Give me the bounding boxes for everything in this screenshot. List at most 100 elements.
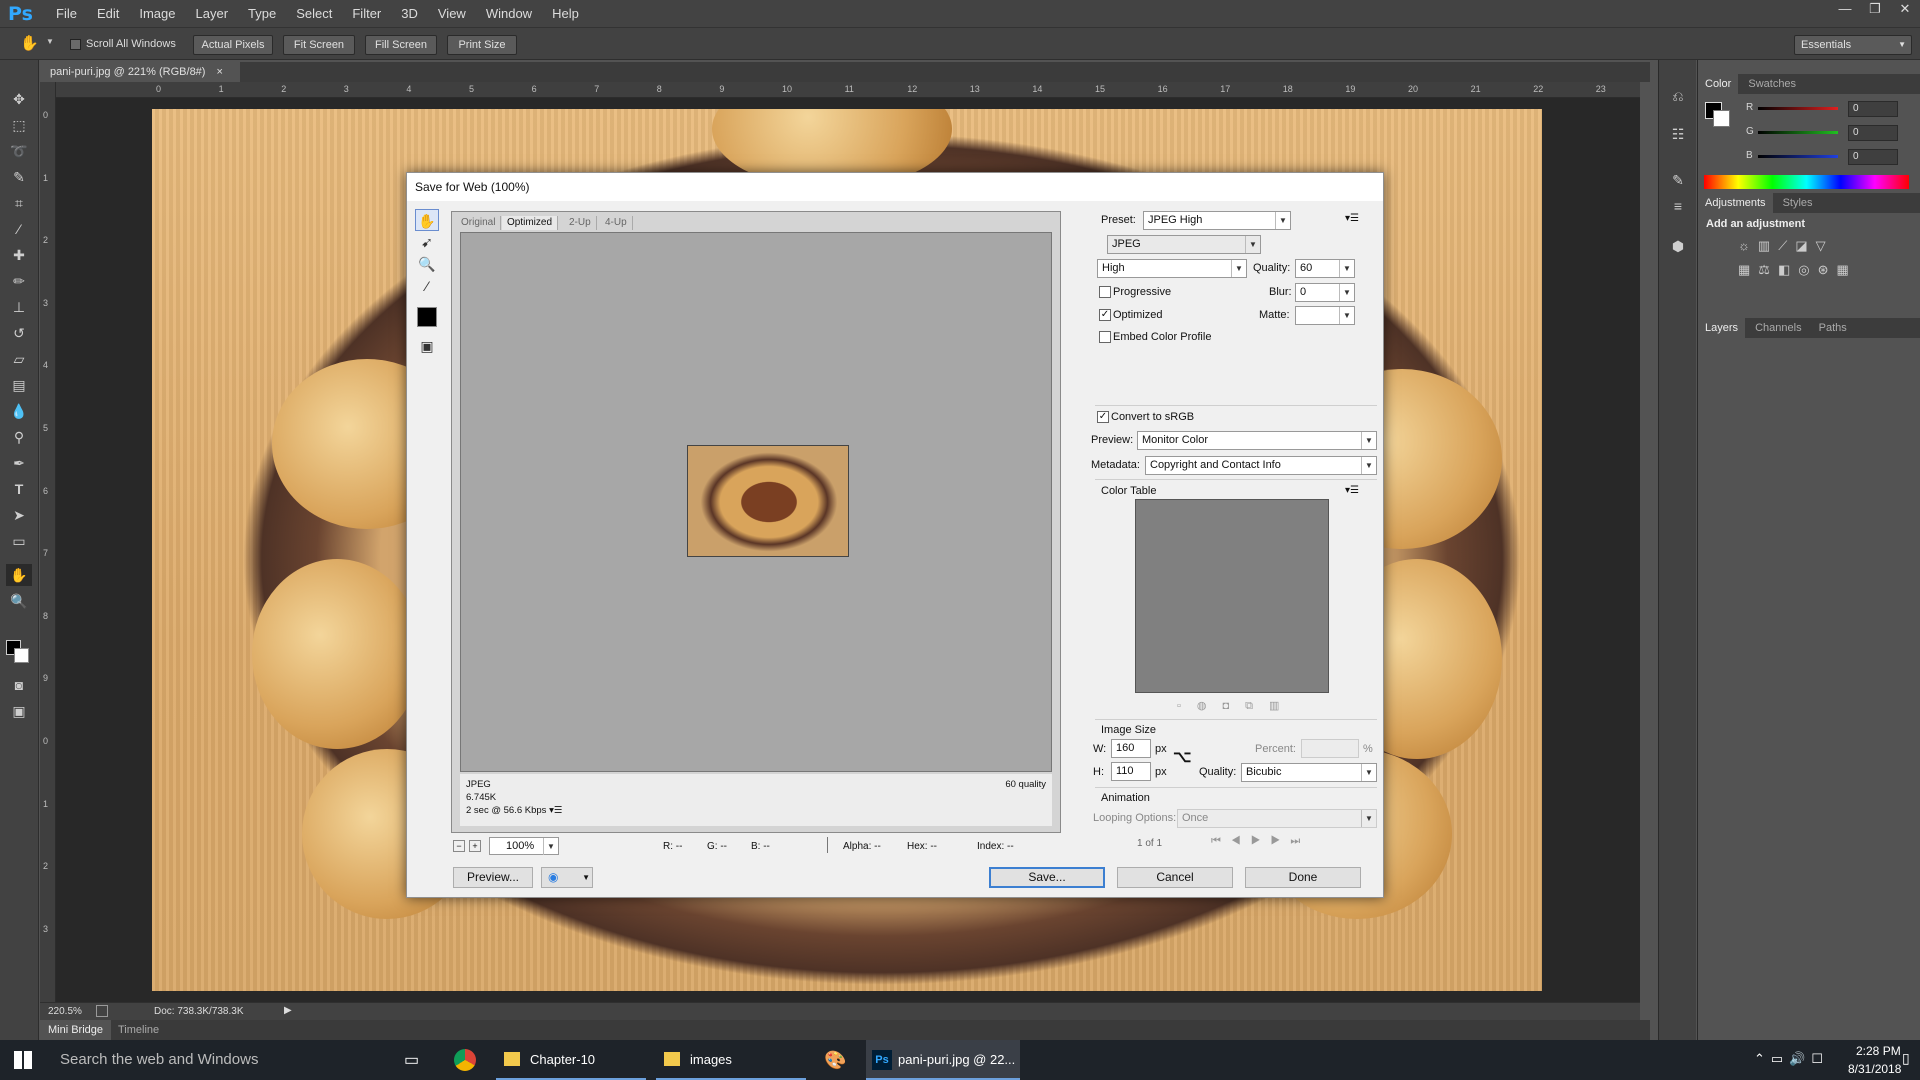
lookup-icon[interactable]: ▦ — [1837, 262, 1857, 277]
restore-button[interactable]: ❐ — [1860, 0, 1890, 20]
tab-styles[interactable]: Styles — [1776, 193, 1820, 213]
zoom-tool-icon[interactable]: 🔍 — [415, 253, 439, 275]
preview-button[interactable]: Preview... — [453, 867, 533, 888]
channel-g-slider[interactable] — [1758, 131, 1838, 134]
color-table-area[interactable] — [1135, 499, 1329, 693]
minimize-button[interactable]: — — [1830, 0, 1860, 20]
color-bg-swatch[interactable] — [1713, 110, 1730, 127]
resample-select[interactable]: Bicubic ▼ — [1241, 763, 1377, 782]
percent-input[interactable] — [1301, 739, 1359, 758]
hand-tool-icon[interactable]: ✋ — [6, 564, 32, 586]
matte-select[interactable]: ▼ — [1295, 306, 1355, 325]
new-color-icon[interactable]: ⧉ — [1245, 700, 1269, 712]
gradient-tool-icon[interactable]: ▤ — [6, 374, 32, 396]
vibrance-icon[interactable]: ▽ — [1816, 238, 1834, 253]
quick-mask-icon[interactable]: ◙ — [6, 674, 32, 696]
width-input[interactable]: 160 — [1111, 739, 1151, 758]
move-tool-icon[interactable]: ✥ — [6, 88, 32, 110]
preview-color-select[interactable]: Monitor Color ▼ — [1137, 431, 1377, 450]
tab-color[interactable]: Color — [1698, 74, 1739, 94]
path-selection-tool-icon[interactable]: ➤ — [6, 504, 32, 526]
tab-4-up[interactable]: 4-Up — [600, 216, 633, 230]
map-color-icon[interactable]: ▫ — [1177, 700, 1197, 712]
photo-filter-icon[interactable]: ◎ — [1798, 262, 1817, 277]
shape-tool-icon[interactable]: ▭ — [6, 530, 32, 552]
healing-brush-tool-icon[interactable]: ✚ — [6, 244, 32, 266]
zoom-in-button[interactable]: + — [469, 840, 481, 852]
play-icon[interactable]: ▶ — [1251, 835, 1271, 847]
taskbar-app-chapter-10[interactable]: Chapter-10 — [496, 1040, 646, 1080]
close-tab-icon[interactable]: × — [217, 66, 223, 78]
color-balance-icon[interactable]: ⚖ — [1758, 262, 1778, 277]
screen-mode-icon[interactable]: ▣ — [6, 700, 32, 722]
brush-panel-icon[interactable]: ✎ — [1667, 172, 1689, 194]
type-tool-icon[interactable]: T — [6, 478, 32, 500]
blur-input[interactable]: 0 ▼ — [1295, 283, 1355, 302]
prev-frame-icon[interactable]: ◀ — [1231, 835, 1251, 847]
last-frame-icon[interactable]: ⏭ — [1290, 835, 1310, 847]
color-spectrum[interactable] — [1704, 175, 1909, 189]
channel-g-value[interactable]: 0 — [1848, 125, 1898, 141]
tab-timeline[interactable]: Timeline — [118, 1020, 159, 1040]
taskbar-app-photoshop[interactable]: Ps pani-puri.jpg @ 22... — [866, 1040, 1020, 1080]
menu-image[interactable]: Image — [129, 0, 185, 27]
tab-paths[interactable]: Paths — [1812, 318, 1854, 338]
embed-profile-checkbox[interactable] — [1099, 331, 1111, 343]
convert-srgb-checkbox[interactable]: ✓ — [1097, 411, 1109, 423]
hand-tool-icon[interactable]: ✋ — [415, 209, 439, 231]
bw-icon[interactable]: ◧ — [1778, 262, 1798, 277]
eraser-tool-icon[interactable]: ▱ — [6, 348, 32, 370]
workspace-select[interactable]: Essentials ▼ — [1794, 35, 1912, 55]
link-constrain-icon[interactable]: ⌥ — [1173, 747, 1191, 767]
menu-file[interactable]: File — [46, 0, 87, 27]
tool-preset-arrow-icon[interactable]: ▼ — [46, 37, 54, 46]
tab-original[interactable]: Original — [456, 216, 502, 230]
clone-stamp-tool-icon[interactable]: ⊥ — [6, 296, 32, 318]
pen-tool-icon[interactable]: ✒ — [6, 452, 32, 474]
blur-tool-icon[interactable]: 💧 — [6, 400, 32, 422]
task-view-icon[interactable]: ▭ — [404, 1050, 419, 1070]
fill-screen-button[interactable]: Fill Screen — [365, 35, 437, 55]
zoom-select[interactable]: 100% ▼ — [489, 837, 559, 855]
preset-select[interactable]: JPEG High ▼ — [1143, 211, 1291, 230]
actual-pixels-button[interactable]: Actual Pixels — [193, 35, 273, 55]
metadata-select[interactable]: Copyright and Contact Info ▼ — [1145, 456, 1377, 475]
zoom-tool-icon[interactable]: 🔍 — [6, 590, 32, 612]
brightness-icon[interactable]: ☼ — [1738, 238, 1758, 253]
fit-screen-button[interactable]: Fit Screen — [283, 35, 355, 55]
clock-time[interactable]: 2:28 PM — [1856, 1044, 1901, 1058]
properties-icon[interactable]: ☷ — [1667, 126, 1689, 148]
quick-select-tool-icon[interactable]: ✎ — [6, 166, 32, 188]
channel-b-value[interactable]: 0 — [1848, 149, 1898, 165]
lasso-tool-icon[interactable]: ➰ — [6, 140, 32, 162]
lock-color-icon[interactable]: ◘ — [1223, 700, 1246, 712]
hue-icon[interactable]: ▦ — [1738, 262, 1758, 277]
chevron-down-icon[interactable]: ▼ — [1339, 260, 1354, 277]
color-table-menu-icon[interactable]: ▾☰ — [1345, 485, 1359, 496]
clock-date[interactable]: 8/31/2018 — [1848, 1062, 1901, 1076]
channel-mixer-icon[interactable]: ⊛ — [1818, 262, 1837, 277]
progressive-checkbox[interactable] — [1099, 286, 1111, 298]
tray-icons[interactable]: ⌃▭🔊☐ — [1754, 1051, 1829, 1067]
notifications-icon[interactable]: ▯ — [1902, 1050, 1910, 1067]
optimized-checkbox[interactable]: ✓ — [1099, 309, 1111, 321]
history-brush-tool-icon[interactable]: ↺ — [6, 322, 32, 344]
tab-optimized[interactable]: Optimized — [502, 216, 559, 230]
history-icon[interactable]: ⎌ — [1667, 88, 1689, 110]
scroll-all-checkbox[interactable] — [70, 39, 81, 50]
crop-tool-icon[interactable]: ⌗ — [6, 192, 32, 214]
channel-r-value[interactable]: 0 — [1848, 101, 1898, 117]
document-tab[interactable]: pani-puri.jpg @ 221% (RGB/8#) × — [40, 62, 240, 82]
done-button[interactable]: Done — [1245, 867, 1361, 888]
close-button[interactable]: ✕ — [1890, 0, 1920, 20]
menu-filter[interactable]: Filter — [342, 0, 391, 27]
menu-help[interactable]: Help — [542, 0, 589, 27]
status-arrow-icon[interactable]: ▶ — [284, 1005, 292, 1016]
compression-select[interactable]: High ▼ — [1097, 259, 1247, 278]
save-button[interactable]: Save... — [989, 867, 1105, 888]
menu-view[interactable]: View — [428, 0, 476, 27]
menu-edit[interactable]: Edit — [87, 0, 129, 27]
curves-icon[interactable]: ⟋ — [1778, 238, 1795, 253]
windows-start-icon[interactable] — [14, 1051, 32, 1069]
tab-mini-bridge[interactable]: Mini Bridge — [40, 1020, 112, 1040]
